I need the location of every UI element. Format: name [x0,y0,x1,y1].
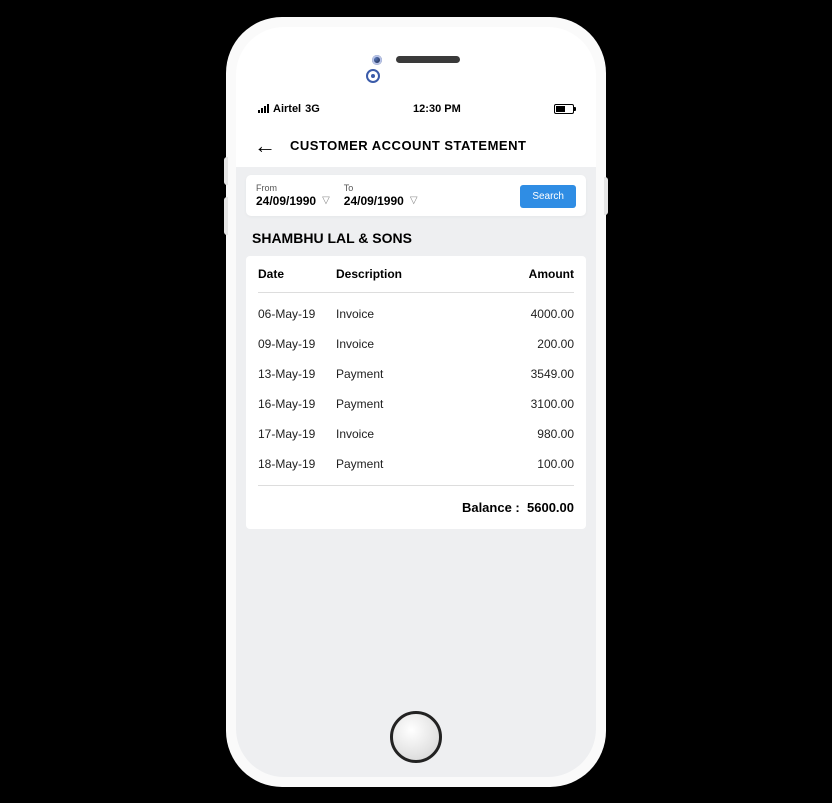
content-area: From 24/09/1990 ▽ To 24/09/1990 ▽ Search… [236,167,596,777]
cell-date: 16-May-19 [258,397,336,411]
app-header: ← CUSTOMER ACCOUNT STATEMENT [236,121,596,167]
cell-amount: 4000.00 [494,307,574,321]
cell-date: 13-May-19 [258,367,336,381]
cell-date: 09-May-19 [258,337,336,351]
sensor-icon [366,69,380,83]
table-row: 17-May-19Invoice980.00 [258,419,574,449]
cell-amount: 980.00 [494,427,574,441]
to-date-field[interactable]: To 24/09/1990 ▽ [344,183,418,208]
back-arrow-icon[interactable]: ← [254,135,276,157]
chevron-down-icon: ▽ [410,195,418,206]
search-button[interactable]: Search [520,185,576,208]
battery-icon [554,104,574,114]
cell-date: 06-May-19 [258,307,336,321]
table-body: 06-May-19Invoice4000.0009-May-19Invoice2… [258,293,574,486]
statement-table: Date Description Amount 06-May-19Invoice… [246,256,586,529]
balance-label: Balance : [462,500,520,515]
col-date-header: Date [258,267,336,281]
cell-description: Invoice [336,337,494,351]
table-header-row: Date Description Amount [258,256,574,293]
network-label: 3G [305,103,320,115]
status-bar: Airtel 3G 12:30 PM [236,97,596,121]
balance-row: Balance : 5600.00 [258,486,574,515]
cell-amount: 3100.00 [494,397,574,411]
speaker-grille [396,56,460,63]
to-label: To [344,183,418,193]
phone-notch [236,27,596,87]
table-row: 18-May-19Payment100.00 [258,449,574,479]
phone-frame: Airtel 3G 12:30 PM ← CUSTOMER ACCOUNT ST… [226,17,606,787]
page-title: CUSTOMER ACCOUNT STATEMENT [290,138,526,153]
table-row: 09-May-19Invoice200.00 [258,329,574,359]
cell-description: Payment [336,367,494,381]
table-row: 16-May-19Payment3100.00 [258,389,574,419]
chevron-down-icon: ▽ [322,195,330,206]
from-label: From [256,183,330,193]
cell-description: Payment [336,397,494,411]
cell-amount: 3549.00 [494,367,574,381]
camera-icon [372,55,382,65]
cell-amount: 100.00 [494,457,574,471]
cell-amount: 200.00 [494,337,574,351]
balance-value: 5600.00 [527,500,574,515]
filter-card: From 24/09/1990 ▽ To 24/09/1990 ▽ Search [246,175,586,216]
screen: Airtel 3G 12:30 PM ← CUSTOMER ACCOUNT ST… [236,27,596,777]
cell-description: Payment [336,457,494,471]
to-date-value: 24/09/1990 [344,194,404,208]
col-description-header: Description [336,267,494,281]
cell-description: Invoice [336,307,494,321]
volume-button [224,197,228,235]
table-row: 13-May-19Payment3549.00 [258,359,574,389]
home-button[interactable] [390,711,442,763]
cell-description: Invoice [336,427,494,441]
power-button [604,177,608,215]
cell-date: 17-May-19 [258,427,336,441]
volume-button [224,157,228,185]
customer-name: SHAMBHU LAL & SONS [246,216,586,256]
table-row: 06-May-19Invoice4000.00 [258,299,574,329]
carrier-label: Airtel [273,103,301,115]
cell-date: 18-May-19 [258,457,336,471]
from-date-field[interactable]: From 24/09/1990 ▽ [256,183,330,208]
col-amount-header: Amount [494,267,574,281]
from-date-value: 24/09/1990 [256,194,316,208]
clock: 12:30 PM [413,103,461,115]
signal-icon [258,104,269,113]
